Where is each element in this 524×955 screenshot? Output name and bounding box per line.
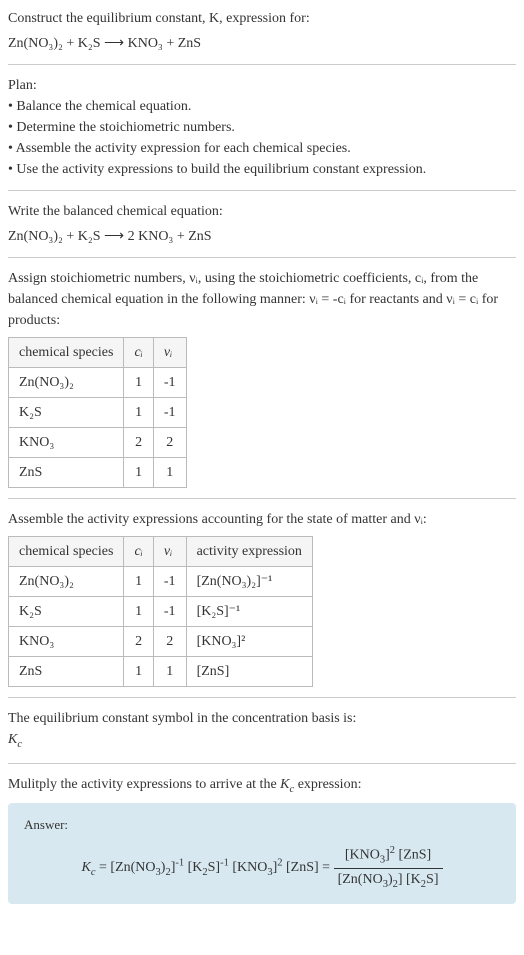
stoich-section: Assign stoichiometric numbers, νᵢ, using… — [8, 268, 516, 488]
activity-table: chemical species cᵢ νᵢ activity expressi… — [8, 536, 313, 687]
activity-intro: Assemble the activity expressions accoun… — [8, 509, 516, 530]
intro-equation: Zn(NO₃)₂ + K₂S ⟶ KNO₃ + ZnS — [8, 33, 516, 54]
plan-item: Balance the chemical equation. — [8, 96, 516, 117]
cell-species: K₂S — [9, 398, 124, 428]
cell-expr: [K₂S]⁻¹ — [186, 597, 312, 627]
table-row: K₂S 1 -1 [K₂S]⁻¹ — [9, 597, 313, 627]
cell-species: KNO₃ — [9, 428, 124, 458]
balanced-section: Write the balanced chemical equation: Zn… — [8, 201, 516, 247]
cell-v: 1 — [153, 458, 186, 488]
cell-c: 2 — [124, 627, 153, 657]
plan-list: Balance the chemical equation. Determine… — [8, 96, 516, 180]
table-row: ZnS 1 1 — [9, 458, 187, 488]
plan-section: Plan: Balance the chemical equation. Det… — [8, 75, 516, 180]
table-row: K₂S 1 -1 — [9, 398, 187, 428]
cell-c: 1 — [124, 398, 153, 428]
divider — [8, 64, 516, 65]
col-vi: νᵢ — [153, 338, 186, 368]
intro-text: Construct the equilibrium constant, K, e… — [8, 8, 516, 29]
cell-species: Zn(NO₃)₂ — [9, 368, 124, 398]
cell-species: ZnS — [9, 458, 124, 488]
fraction: [KNO3]2 [ZnS] [Zn(NO3)2] [K2S] — [334, 843, 443, 893]
activity-section: Assemble the activity expressions accoun… — [8, 509, 516, 687]
cell-species: Zn(NO₃)₂ — [9, 567, 124, 597]
answer-box: Answer: Kc = [Zn(NO3)2]-1 [K2S]-1 [KNO3]… — [8, 803, 516, 904]
answer-label: Answer: — [24, 815, 500, 835]
col-species: chemical species — [9, 338, 124, 368]
stoich-intro: Assign stoichiometric numbers, νᵢ, using… — [8, 268, 516, 331]
fraction-numerator: [KNO3]2 [ZnS] — [334, 843, 443, 869]
table-row: KNO₃ 2 2 [KNO₃]² — [9, 627, 313, 657]
col-ci: cᵢ — [124, 338, 153, 368]
plan-item: Determine the stoichiometric numbers. — [8, 117, 516, 138]
col-vi: νᵢ — [153, 537, 186, 567]
divider — [8, 498, 516, 499]
col-species: chemical species — [9, 537, 124, 567]
table-header-row: chemical species cᵢ νᵢ activity expressi… — [9, 537, 313, 567]
divider — [8, 697, 516, 698]
cell-c: 1 — [124, 657, 153, 687]
cell-expr: [Zn(NO₃)₂]⁻¹ — [186, 567, 312, 597]
cell-c: 2 — [124, 428, 153, 458]
stoich-table: chemical species cᵢ νᵢ Zn(NO₃)₂ 1 -1 K₂S… — [8, 337, 187, 488]
table-header-row: chemical species cᵢ νᵢ — [9, 338, 187, 368]
symbol-section: The equilibrium constant symbol in the c… — [8, 708, 516, 753]
table-row: KNO₃ 2 2 — [9, 428, 187, 458]
cell-c: 1 — [124, 368, 153, 398]
table-row: Zn(NO₃)₂ 1 -1 [Zn(NO₃)₂]⁻¹ — [9, 567, 313, 597]
cell-species: KNO₃ — [9, 627, 124, 657]
multiply-section: Mulitply the activity expressions to arr… — [8, 774, 516, 905]
divider — [8, 763, 516, 764]
divider — [8, 190, 516, 191]
table-row: ZnS 1 1 [ZnS] — [9, 657, 313, 687]
cell-species: K₂S — [9, 597, 124, 627]
fraction-denominator: [Zn(NO3)2] [K2S] — [334, 869, 443, 893]
balanced-heading: Write the balanced chemical equation: — [8, 201, 516, 222]
table-row: Zn(NO₃)₂ 1 -1 — [9, 368, 187, 398]
col-ci: cᵢ — [124, 537, 153, 567]
cell-v: -1 — [153, 368, 186, 398]
cell-c: 1 — [124, 597, 153, 627]
cell-v: 2 — [153, 627, 186, 657]
symbol-line1: The equilibrium constant symbol in the c… — [8, 708, 516, 729]
cell-expr: [KNO₃]² — [186, 627, 312, 657]
cell-expr: [ZnS] — [186, 657, 312, 687]
cell-v: -1 — [153, 567, 186, 597]
intro-section: Construct the equilibrium constant, K, e… — [8, 8, 516, 54]
cell-c: 1 — [124, 458, 153, 488]
symbol-kc: Kc — [8, 729, 516, 753]
plan-heading: Plan: — [8, 75, 516, 96]
plan-item: Use the activity expressions to build th… — [8, 159, 516, 180]
cell-v: 1 — [153, 657, 186, 687]
cell-v: -1 — [153, 597, 186, 627]
kc-expression: Kc = [Zn(NO3)2]-1 [K2S]-1 [KNO3]2 [ZnS] … — [24, 843, 500, 893]
plan-item: Assemble the activity expression for eac… — [8, 138, 516, 159]
cell-v: 2 — [153, 428, 186, 458]
divider — [8, 257, 516, 258]
cell-v: -1 — [153, 398, 186, 428]
col-expr: activity expression — [186, 537, 312, 567]
cell-species: ZnS — [9, 657, 124, 687]
balanced-equation: Zn(NO₃)₂ + K₂S ⟶ 2 KNO₃ + ZnS — [8, 226, 516, 247]
multiply-heading: Mulitply the activity expressions to arr… — [8, 774, 516, 798]
cell-c: 1 — [124, 567, 153, 597]
